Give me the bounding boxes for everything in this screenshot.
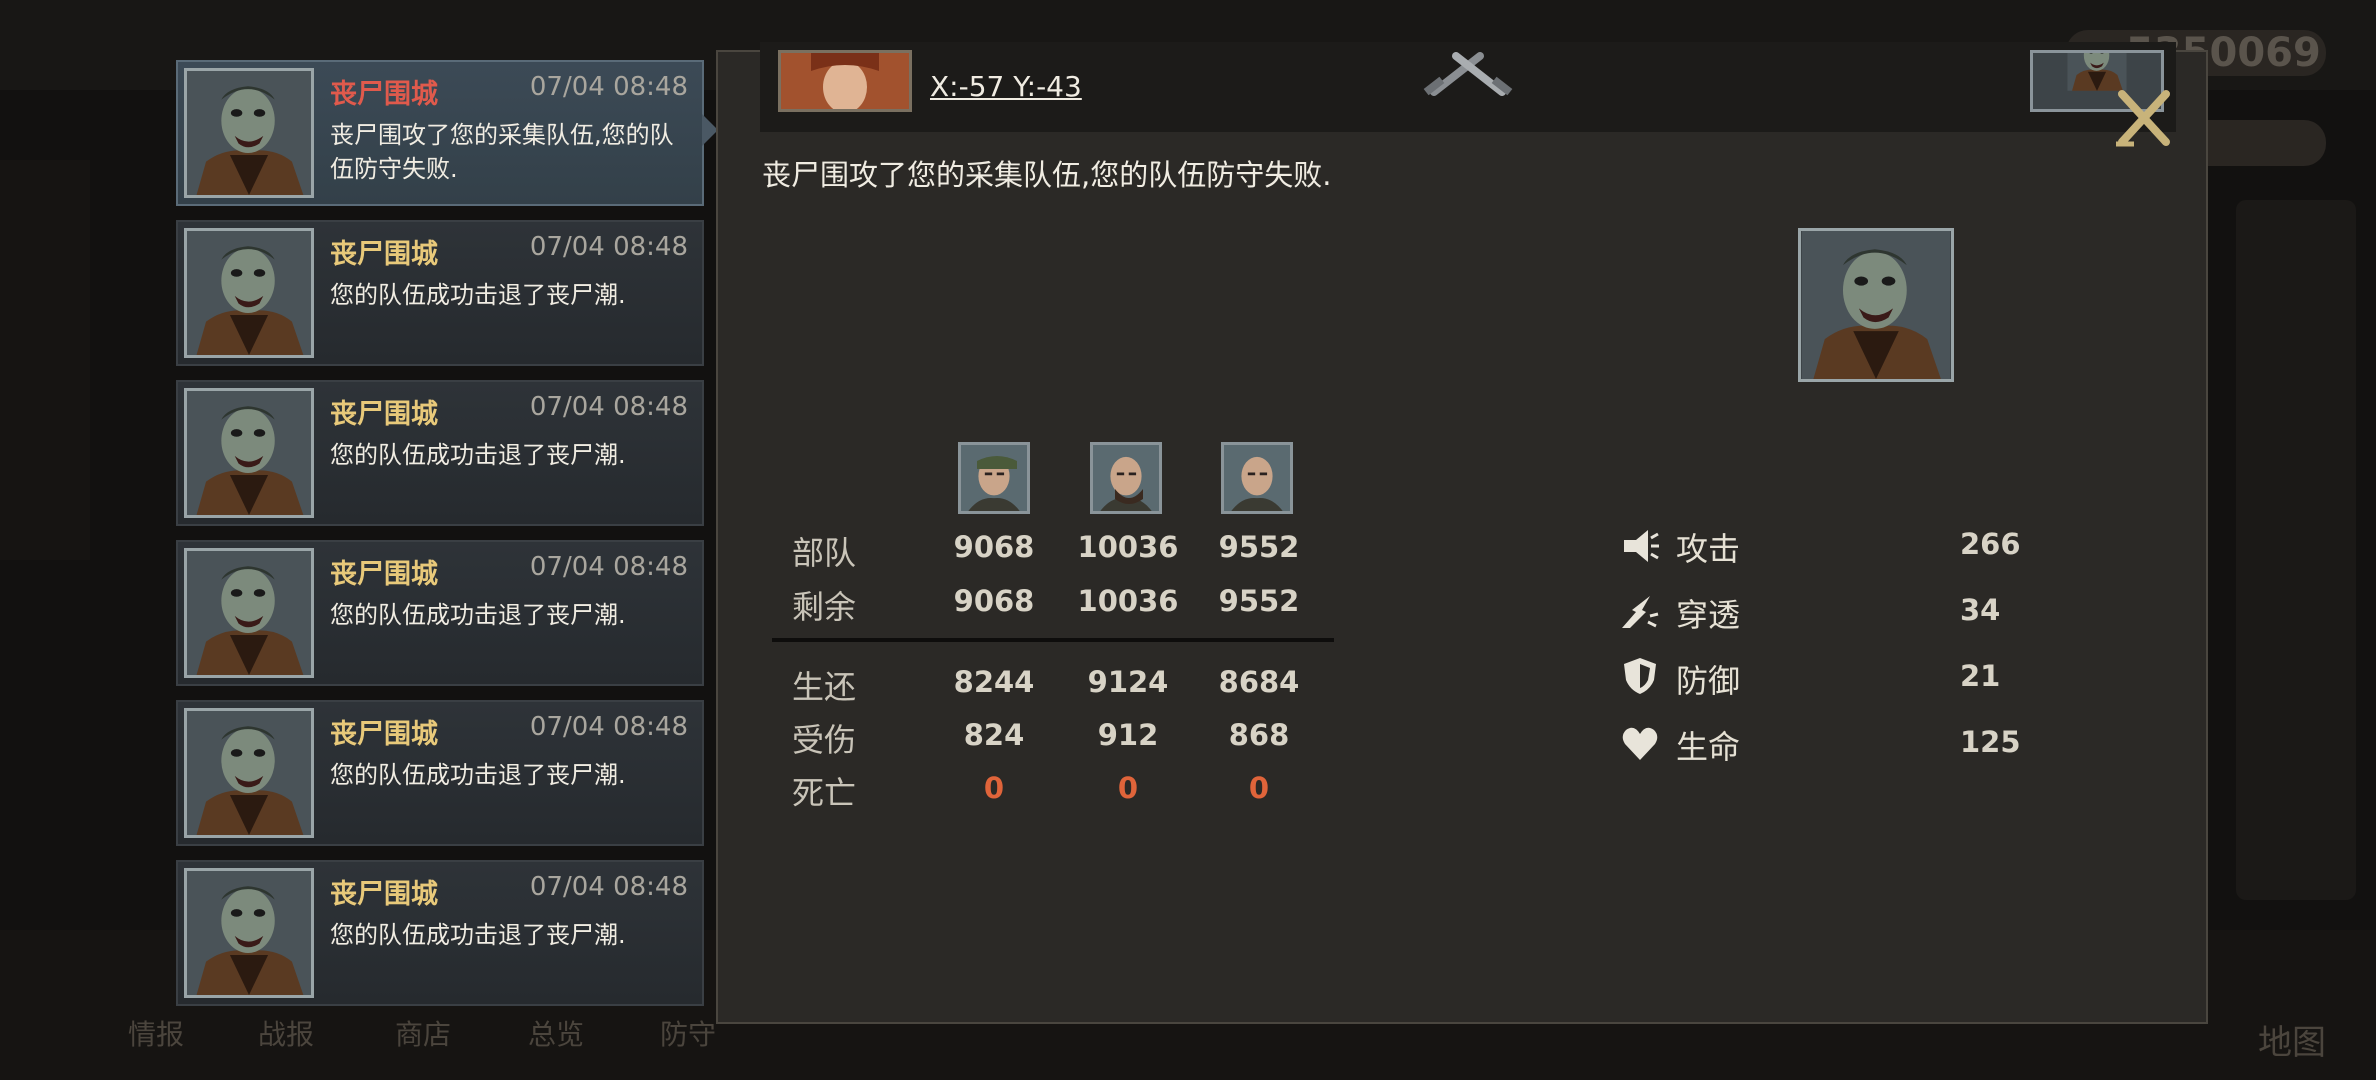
stat-label-pierce: 穿透	[1676, 596, 1741, 634]
mail-body: 您的队伍成功击退了丧尸潮.	[330, 601, 626, 629]
mail-title: 丧尸围城	[330, 399, 438, 430]
mail-body: 您的队伍成功击退了丧尸潮.	[330, 441, 626, 469]
remaining-value: 9552	[1218, 584, 1300, 618]
injured-value: 912	[1097, 718, 1159, 752]
row-label-troops: 部队	[792, 534, 857, 572]
troop-value: 9068	[953, 530, 1035, 564]
mail-item[interactable]: 丧尸围城 07/04 08:48 您的队伍成功击退了丧尸潮.	[176, 380, 704, 526]
injured-value: 868	[1228, 718, 1290, 752]
mail-body: 您的队伍成功击退了丧尸潮.	[330, 921, 626, 949]
shield-icon	[1624, 658, 1656, 694]
mail-time: 07/04 08:48	[529, 712, 688, 742]
survived-value: 9124	[1087, 665, 1169, 699]
dead-value: 0	[983, 771, 1005, 805]
stat-value-attack: 266	[1960, 527, 2021, 561]
table-divider	[772, 638, 1334, 642]
stat-label-attack: 攻击	[1676, 530, 1741, 568]
mail-time: 07/04 08:48	[529, 232, 688, 262]
stat-value-health: 125	[1960, 725, 2021, 759]
troop-value: 9552	[1218, 530, 1300, 564]
bottom-tab-shop: 商店	[395, 1018, 452, 1051]
mail-title: 丧尸围城	[330, 239, 438, 270]
zombie-avatar	[184, 868, 314, 998]
mail-item[interactable]: 丧尸围城 07/04 08:48 丧尸围攻了您的采集队伍,您的队伍防守失败.	[176, 60, 718, 206]
remaining-value: 10036	[1077, 584, 1179, 618]
bottom-tab-defense: 防守	[660, 1018, 717, 1051]
left-sidebar-background	[0, 160, 90, 560]
zombie-avatar	[184, 68, 314, 198]
location-coordinates[interactable]: X:-57 Y:-43	[930, 70, 1082, 103]
mail-item[interactable]: 丧尸围城 07/04 08:48 您的队伍成功击退了丧尸潮.	[176, 540, 704, 686]
zombie-avatar	[184, 708, 314, 838]
mail-list: 丧尸围城 07/04 08:48 丧尸围攻了您的采集队伍,您的队伍防守失败. 丧…	[176, 60, 718, 1020]
bottom-tab-intel: 情报	[128, 1018, 185, 1051]
zombie-avatar	[184, 548, 314, 678]
dead-value: 0	[1117, 771, 1139, 805]
remaining-value: 9068	[953, 584, 1035, 618]
report-summary: 丧尸围攻了您的采集队伍,您的队伍防守失败.	[762, 158, 1332, 192]
troop-value: 10036	[1077, 530, 1179, 564]
mail-title: 丧尸围城	[330, 79, 438, 110]
stat-value-defense: 21	[1960, 659, 2001, 693]
mail-time: 07/04 08:48	[529, 552, 688, 582]
map-button: 地图	[2258, 1023, 2326, 1063]
stat-label-defense: 防御	[1676, 662, 1741, 700]
player-portrait	[778, 50, 912, 112]
bottom-tab-overview: 总览	[528, 1018, 585, 1051]
mail-time: 07/04 08:48	[529, 72, 688, 102]
hero-portrait[interactable]	[1221, 442, 1293, 514]
mail-title: 丧尸围城	[330, 559, 438, 590]
hero-portrait[interactable]	[1090, 442, 1162, 514]
pierce-icon	[1622, 596, 1659, 628]
mail-time: 07/04 08:48	[529, 872, 688, 902]
dead-value: 0	[1248, 771, 1270, 805]
mail-title: 丧尸围城	[330, 719, 438, 750]
mail-body: 您的队伍成功击退了丧尸潮.	[330, 761, 626, 789]
row-label-dead: 死亡	[792, 774, 857, 812]
hero-portrait[interactable]	[958, 442, 1030, 514]
row-label-remaining: 剩余	[792, 588, 857, 626]
heart-icon	[1622, 727, 1658, 760]
crossed-swords-icon	[1423, 52, 1513, 96]
row-label-survived: 生还	[792, 668, 857, 706]
mail-item[interactable]: 丧尸围城 07/04 08:48 您的队伍成功击退了丧尸潮.	[176, 700, 704, 846]
mail-body: 您的队伍成功击退了丧尸潮.	[330, 281, 626, 309]
stat-label-health: 生命	[1676, 728, 1741, 766]
attack-icon	[1624, 530, 1659, 562]
enemy-avatar	[1798, 228, 1954, 382]
mail-item[interactable]: 丧尸围城 07/04 08:48 您的队伍成功击退了丧尸潮.	[176, 220, 704, 366]
right-sidebar-background	[2236, 200, 2356, 900]
mail-title: 丧尸围城	[330, 879, 438, 910]
row-label-injured: 受伤	[792, 721, 857, 759]
zombie-avatar	[184, 388, 314, 518]
survived-value: 8244	[953, 665, 1035, 699]
survived-value: 8684	[1218, 665, 1300, 699]
mail-body: 丧尸围攻了您的采集队伍,您的队伍防守失败.	[330, 121, 674, 183]
mail-item[interactable]: 丧尸围城 07/04 08:48 您的队伍成功击退了丧尸潮.	[176, 860, 704, 1006]
close-icon[interactable]	[2112, 86, 2176, 150]
zombie-avatar	[184, 228, 314, 358]
mail-time: 07/04 08:48	[529, 392, 688, 422]
injured-value: 824	[963, 718, 1025, 752]
stat-value-pierce: 34	[1960, 593, 2001, 627]
bottom-tab-reports: 战报	[258, 1018, 315, 1051]
